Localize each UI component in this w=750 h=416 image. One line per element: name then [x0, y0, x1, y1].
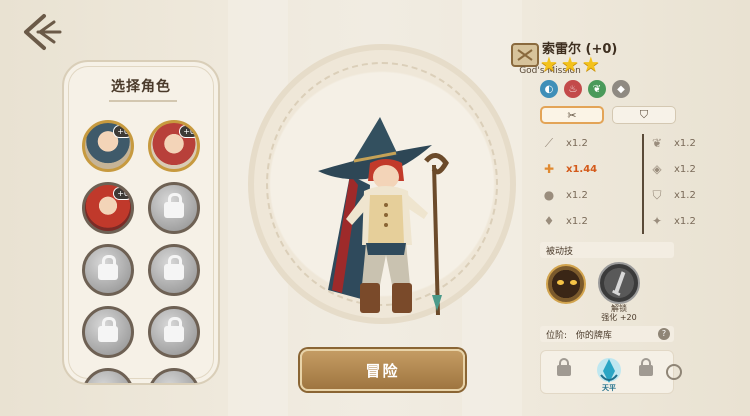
unlock-label: 解锁 — [611, 304, 627, 313]
card-label: 天平 — [602, 384, 616, 392]
hero-info-panel: God's Mission 索雷尔 (+0) ★ ★ ★ ◐ ♨ ❦ ◆ ✂ ⛉… — [511, 32, 696, 402]
stat-row: ● x1.2 — [542, 188, 588, 202]
owl-eyes-icon — [557, 280, 577, 286]
leaf-icon[interactable]: ❦ — [588, 80, 606, 98]
passive-skill-label: 被动技 — [540, 242, 674, 258]
character-slot-locked[interactable] — [148, 182, 200, 234]
stat-row: ◈ x1.2 — [650, 162, 696, 176]
shield-icon: ⛉ — [652, 188, 662, 202]
stat-tabs: ✂ ⛉ — [540, 106, 676, 124]
title-ornament — [109, 100, 177, 102]
lock-icon — [98, 254, 118, 280]
star-icon: ★ — [581, 52, 600, 76]
fire-icon[interactable]: ♨ — [564, 80, 582, 98]
stat-value: x1.2 — [566, 215, 588, 227]
character-slot-locked[interactable] — [148, 244, 200, 296]
drop-icon: ● — [543, 188, 555, 202]
adventure-button[interactable]: 冒险 — [300, 349, 465, 391]
character-portrait-sorrel — [318, 117, 449, 316]
tools-icon: ✂ — [567, 108, 577, 122]
lock-icon[interactable] — [639, 358, 653, 376]
star-icon: ★ — [560, 52, 579, 76]
character-slot-locked[interactable] — [82, 244, 134, 296]
stat-value: x1.2 — [566, 189, 588, 201]
diamond-icon: ◈ — [652, 162, 662, 176]
stat-value: x1.2 — [674, 190, 696, 201]
stat-value: x1.44 — [566, 163, 598, 175]
shield-icon: ⛉ — [639, 108, 649, 121]
feather-icon: ⟋ — [544, 136, 554, 150]
character-slot-partial[interactable] — [82, 368, 134, 383]
passive-skill-owl[interactable] — [546, 264, 586, 304]
stat-row: ❦ x1.2 — [650, 136, 696, 150]
rank-value: 你的牌库 — [575, 331, 612, 341]
leaf-icon: ❦ — [651, 136, 663, 150]
character-slot-partial[interactable] — [148, 368, 200, 383]
stat-value: x1.2 — [674, 163, 696, 175]
element-icons: ◐ ♨ ❦ ◆ — [540, 80, 630, 98]
lock-icon — [98, 316, 118, 342]
back-button[interactable] — [14, 10, 64, 54]
character-slot-red-hair-2[interactable]: +0 — [82, 182, 134, 234]
deck-slots: 天平 — [540, 350, 674, 394]
water-icon[interactable]: ◐ — [540, 80, 558, 98]
stats-grid: ⟋ x1.2 ✚ x1.44 ● x1.2 ♦ x1.2 ❦ x1.2 ◈ x1… — [542, 132, 696, 242]
flame-icon: ♦ — [543, 214, 555, 228]
character-slot-red-hair[interactable]: +0 — [148, 120, 200, 172]
star-rating: ★ ★ ★ — [540, 54, 600, 74]
crystal-icon[interactable]: ◆ — [612, 80, 630, 98]
character-slot-locked[interactable] — [82, 306, 134, 358]
character-slot-sorrel[interactable]: +0 — [82, 120, 134, 172]
stat-row: ♦ x1.2 — [542, 214, 588, 228]
panel-title: 选择角色 — [111, 79, 171, 95]
stat-row: ⟋ x1.2 — [542, 136, 588, 151]
rank-row: 位阶: 你的牌库 ? — [540, 326, 674, 342]
stat-value: x1.2 — [566, 138, 588, 149]
character-slot-locked[interactable] — [148, 306, 200, 358]
skill-unlock-text: 解锁 强化 +20 — [594, 304, 644, 322]
character-select-panel: 选择角色 +0 +0 +0 — [62, 60, 220, 385]
level-badge: +0 — [113, 125, 131, 138]
rank-label: 位阶: — [546, 331, 568, 341]
level-badge: +0 — [179, 125, 197, 138]
enhance-label: 强化 +20 — [601, 313, 637, 322]
stat-divider — [642, 134, 644, 234]
stat-row: ⛉ x1.2 — [650, 188, 696, 203]
axe-icon: ✚ — [543, 162, 555, 176]
tab-tools[interactable]: ✂ — [540, 106, 604, 124]
level-badge: +0 — [113, 187, 131, 200]
passive-skill-locked[interactable] — [598, 262, 640, 304]
lock-icon — [164, 192, 184, 218]
lock-icon — [164, 254, 184, 280]
refresh-icon[interactable] — [666, 364, 682, 380]
lock-icon — [164, 316, 184, 342]
stat-row-highlight: ✚ x1.44 — [542, 162, 597, 176]
stat-value: x1.2 — [674, 137, 696, 149]
dagger-icon — [612, 271, 626, 296]
star-icon: ★ — [540, 52, 558, 76]
lock-icon[interactable] — [557, 358, 571, 376]
sparkle-icon: ✦ — [651, 214, 663, 228]
stat-value: x1.2 — [674, 215, 696, 227]
stat-row: ✦ x1.2 — [650, 214, 696, 228]
help-icon[interactable]: ? — [658, 328, 670, 340]
tab-defense[interactable]: ⛉ — [612, 106, 676, 124]
